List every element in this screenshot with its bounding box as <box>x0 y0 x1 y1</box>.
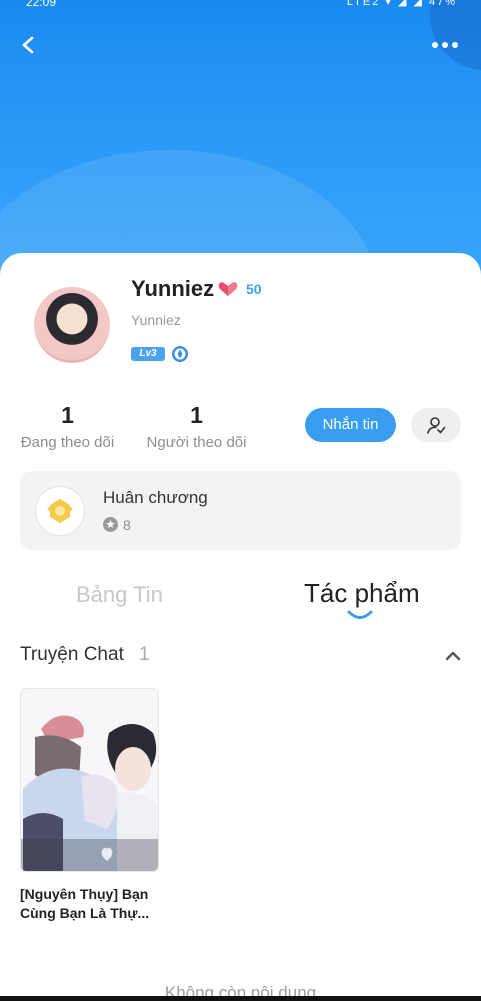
work-cover-illustration <box>21 689 158 871</box>
following-label: Đang theo dõi <box>20 434 115 451</box>
heart-icon <box>218 282 238 296</box>
followers-label: Người theo dõi <box>146 434 247 451</box>
add-friend-button[interactable] <box>411 408 461 442</box>
status-time: 22:09 <box>26 0 57 9</box>
profile-header-background <box>0 0 481 290</box>
following-stat[interactable]: 1 Đang theo dõi <box>20 402 115 452</box>
status-indicators: LTE2 ▾ ◢ ◢ 47% <box>346 0 457 8</box>
level-badge: Lv3 <box>131 347 165 361</box>
followers-count: 1 <box>190 402 203 428</box>
section-title: Truyện Chat <box>20 644 124 665</box>
message-button[interactable]: Nhắn tin <box>305 408 396 442</box>
status-bar: 22:09 LTE2 ▾ ◢ ◢ 47% <box>0 0 481 10</box>
verified-badge-icon <box>172 346 188 362</box>
star-badge-icon <box>103 517 118 532</box>
chevron-left-icon <box>22 36 34 54</box>
medals-card[interactable] <box>20 471 461 550</box>
more-dots-icon <box>432 42 458 48</box>
profile-name: Yunniez <box>131 276 215 301</box>
avatar[interactable] <box>34 287 110 363</box>
followers-stat[interactable]: 1 Người theo dõi <box>146 402 247 452</box>
more-options-button[interactable] <box>429 30 463 60</box>
popularity-score: 50 <box>246 281 262 297</box>
medal-icon <box>35 486 85 536</box>
section-count: 1 <box>139 644 150 665</box>
tab-works[interactable]: Tác phẩm <box>304 578 420 609</box>
chevron-up-icon[interactable] <box>444 648 462 662</box>
back-button[interactable] <box>14 30 44 60</box>
bottom-edge <box>0 996 481 1001</box>
following-count: 1 <box>61 402 74 428</box>
work-title[interactable]: [Nguyên Thụy] Bạn Cùng Bạn Là Thự... <box>20 885 170 923</box>
active-tab-indicator <box>347 610 373 619</box>
work-card[interactable] <box>20 688 159 872</box>
tab-news-feed[interactable]: Bảng Tin <box>76 582 163 608</box>
medals-title: Huân chương <box>103 488 208 507</box>
add-friend-icon <box>427 417 446 434</box>
medals-count: 8 <box>123 517 131 533</box>
profile-username: Yunniez <box>131 312 181 328</box>
